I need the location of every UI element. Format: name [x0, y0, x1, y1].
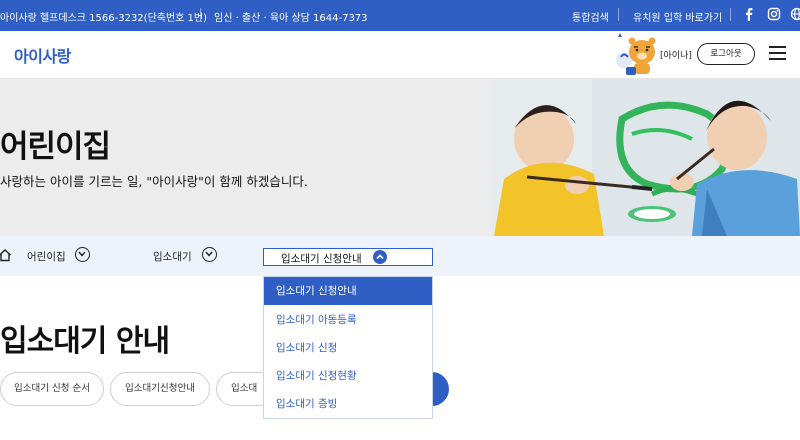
home-icon[interactable]	[0, 248, 12, 262]
hero-subtitle: 사랑하는 아이를 기르는 일, "아이사랑"이 함께 하겠습니다.	[0, 174, 308, 189]
chevron-down-icon[interactable]	[75, 247, 90, 262]
user-name-label: [아이나]	[660, 51, 692, 61]
chevron-down-icon[interactable]	[202, 247, 217, 262]
page-title: 입소대기 안내	[0, 324, 170, 359]
topbar-divider	[200, 8, 201, 21]
dropdown-item-child-register[interactable]: 입소대기 아동등록	[264, 306, 432, 334]
nav-level2-label[interactable]: 입소대기	[153, 249, 192, 264]
nav-level3-select[interactable]: 입소대기 신청안내	[263, 248, 433, 266]
topbar-divider	[618, 8, 619, 21]
instagram-icon[interactable]	[767, 7, 781, 21]
nav-level3-dropdown: 입소대기 신청안내 입소대기 아동등록 입소대기 신청 입소대기 신청현황 입소…	[263, 276, 433, 419]
helpdesk-text: 아이사랑 헬프데스크 1566-3232(단축번호 1번)	[0, 13, 208, 24]
nav-level1-label[interactable]: 어린이집	[27, 249, 66, 264]
chevron-up-icon[interactable]	[373, 250, 387, 264]
nav-level3-label: 입소대기 신청안내	[281, 253, 362, 265]
facebook-icon[interactable]	[742, 7, 756, 21]
dropdown-item-waitlist-apply[interactable]: 입소대기 신청	[264, 334, 432, 362]
kindergarten-link[interactable]: 유치원 입학 바로가기	[633, 9, 722, 24]
topbar-divider	[730, 8, 731, 21]
mascot-character-image	[616, 33, 656, 75]
hamburger-menu-icon[interactable]	[768, 45, 788, 61]
globe-icon[interactable]	[790, 7, 800, 21]
site-header: 아이사랑 [아이나] 로그아웃	[0, 31, 800, 79]
site-logo[interactable]: 아이사랑	[14, 43, 71, 67]
integrated-search-link[interactable]: 통합검색	[572, 9, 609, 24]
dropdown-item-waitlist-status[interactable]: 입소대기 신청현황	[264, 362, 432, 390]
dropdown-item-waitlist-proof[interactable]: 입소대기 증빙	[264, 390, 432, 418]
children-painting-photo	[492, 79, 800, 236]
dropdown-item-waitlist-guide[interactable]: 입소대기 신청안내	[264, 277, 432, 305]
logout-button[interactable]: 로그아웃	[697, 43, 755, 65]
hero-title: 어린이집	[0, 129, 111, 165]
top-utility-bar: 아이사랑 헬프데스크 1566-3232(단축번호 1번) 임신 · 출산 · …	[0, 0, 800, 31]
tab-waitlist-order[interactable]: 입소대기 신청 순서	[0, 372, 104, 406]
tab-waitlist-guide[interactable]: 입소대기신청안내	[110, 372, 210, 406]
hero-banner: 어린이집 사랑하는 아이를 기르는 일, "아이사랑"이 함께 하겠습니다.	[0, 79, 800, 236]
counsel-text: 임신 · 출산 · 육아 상담 1644-7373	[214, 13, 368, 24]
